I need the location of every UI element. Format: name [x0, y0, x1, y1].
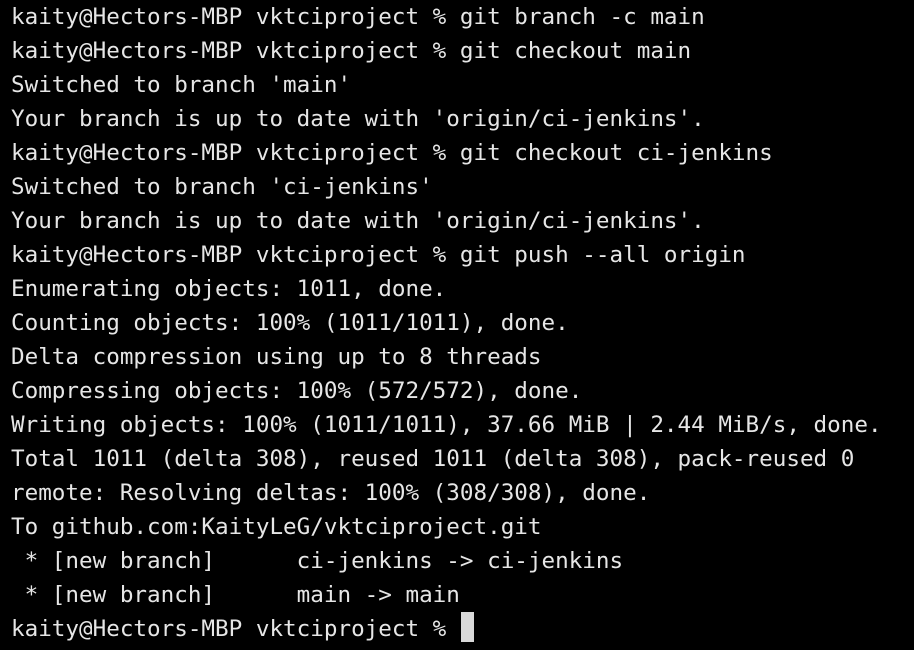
terminal-line: kaity@Hectors-MBP vktciproject % git che… [11, 38, 692, 64]
terminal-line: remote: Resolving deltas: 100% (308/308)… [11, 480, 651, 506]
terminal-window[interactable]: kaity@Hectors-MBP vktciproject % git bra… [0, 0, 914, 650]
terminal-line: Counting objects: 100% (1011/1011), done… [11, 310, 569, 336]
terminal-line: kaity@Hectors-MBP vktciproject % git bra… [11, 4, 705, 30]
terminal-line: Your branch is up to date with 'origin/c… [11, 106, 705, 132]
cursor-block [460, 612, 474, 642]
terminal-line: Delta compression using up to 8 threads [11, 344, 542, 370]
terminal-line: kaity@Hectors-MBP vktciproject % git che… [11, 140, 773, 166]
terminal-line: Compressing objects: 100% (572/572), don… [11, 378, 583, 404]
terminal-line: Switched to branch 'main' [11, 72, 352, 98]
terminal-line: Total 1011 (delta 308), reused 1011 (del… [11, 446, 855, 472]
terminal-line: Your branch is up to date with 'origin/c… [11, 208, 705, 234]
terminal-line: Writing objects: 100% (1011/1011), 37.66… [11, 412, 882, 438]
prompt-line[interactable]: kaity@Hectors-MBP vktciproject % [11, 612, 914, 646]
terminal-line: * [new branch] ci-jenkins -> ci-jenkins [11, 548, 624, 574]
terminal-line: Enumerating objects: 1011, done. [11, 276, 447, 302]
terminal-line: kaity@Hectors-MBP vktciproject % git pus… [11, 242, 746, 268]
terminal-line: To github.com:KaityLeG/vktciproject.git [11, 514, 542, 540]
terminal-line: Switched to branch 'ci-jenkins' [11, 174, 433, 200]
terminal-line: * [new branch] main -> main [11, 582, 460, 608]
shell-prompt: kaity@Hectors-MBP vktciproject % [11, 616, 460, 642]
